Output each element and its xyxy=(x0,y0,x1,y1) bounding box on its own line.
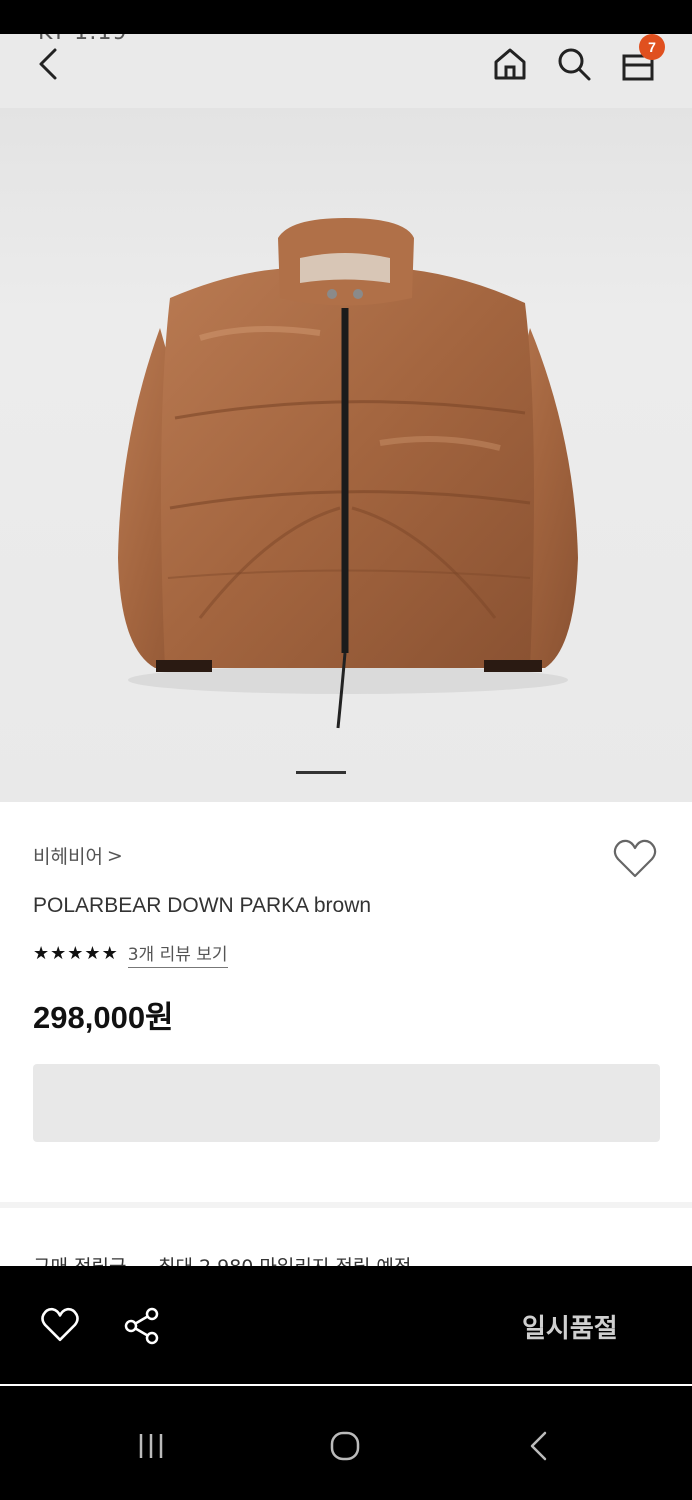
recent-apps-button[interactable] xyxy=(126,1426,176,1466)
mileage-row: 구매 적립금 최대 2,980 마일리지 적립 예정 xyxy=(0,1208,692,1266)
option-selector[interactable] xyxy=(33,1064,660,1142)
star-icon: ★ xyxy=(50,943,67,964)
back-button[interactable] xyxy=(26,42,70,86)
product-price: 298,000원 xyxy=(33,1000,174,1035)
star-icon: ★ xyxy=(33,943,50,964)
star-icon: ★ xyxy=(84,943,101,964)
star-icon: ★ xyxy=(67,943,84,964)
rating-row: ★ ★ ★ ★ ★ 3개 리뷰 보기 xyxy=(33,940,228,968)
home-button[interactable] xyxy=(488,42,532,86)
heart-icon xyxy=(41,1307,79,1342)
nav-back-button[interactable] xyxy=(514,1426,564,1466)
star-icon: ★ xyxy=(101,943,118,964)
review-link[interactable]: 3개 리뷰 보기 xyxy=(127,940,228,968)
carousel-indicator xyxy=(296,771,346,774)
wishlist-button[interactable] xyxy=(612,838,660,882)
soldout-button[interactable]: 일시품절 xyxy=(522,1308,618,1345)
nav-back-icon xyxy=(530,1431,547,1461)
search-button[interactable] xyxy=(552,42,596,86)
share-icon xyxy=(124,1307,159,1345)
back-arrow-icon xyxy=(39,48,57,80)
app-header: KT 1:19 7 xyxy=(0,34,692,108)
rating-stars: ★ ★ ★ ★ ★ xyxy=(33,945,118,963)
heart-icon xyxy=(613,839,657,878)
product-info: 비헤비어 > POLARBEAR DOWN PARKA brown ★ ★ ★ … xyxy=(0,802,692,1202)
product-title: POLARBEAR DOWN PARKA brown xyxy=(33,894,372,917)
recent-apps-icon xyxy=(139,1434,163,1458)
bottom-wishlist-button[interactable] xyxy=(40,1306,80,1344)
brand-name: 비헤비어 xyxy=(33,846,103,868)
nav-home-button[interactable] xyxy=(320,1426,370,1466)
brand-link[interactable]: 비헤비어 > xyxy=(33,842,123,869)
status-bar xyxy=(0,0,692,34)
home-icon xyxy=(494,48,526,80)
search-icon xyxy=(558,48,591,81)
share-button[interactable] xyxy=(122,1306,162,1346)
cart-count-badge: 7 xyxy=(639,34,665,60)
product-image-carousel[interactable] xyxy=(0,108,692,802)
chevron-right-icon: > xyxy=(106,844,123,867)
mileage-label: 구매 적립금 xyxy=(33,1252,126,1266)
nav-home-icon xyxy=(330,1431,360,1461)
system-nav-bar xyxy=(0,1386,692,1500)
product-image xyxy=(118,218,578,729)
mileage-value: 최대 2,980 마일리지 적립 예정 xyxy=(158,1252,411,1266)
purchase-bar: 일시품절 xyxy=(0,1266,692,1384)
